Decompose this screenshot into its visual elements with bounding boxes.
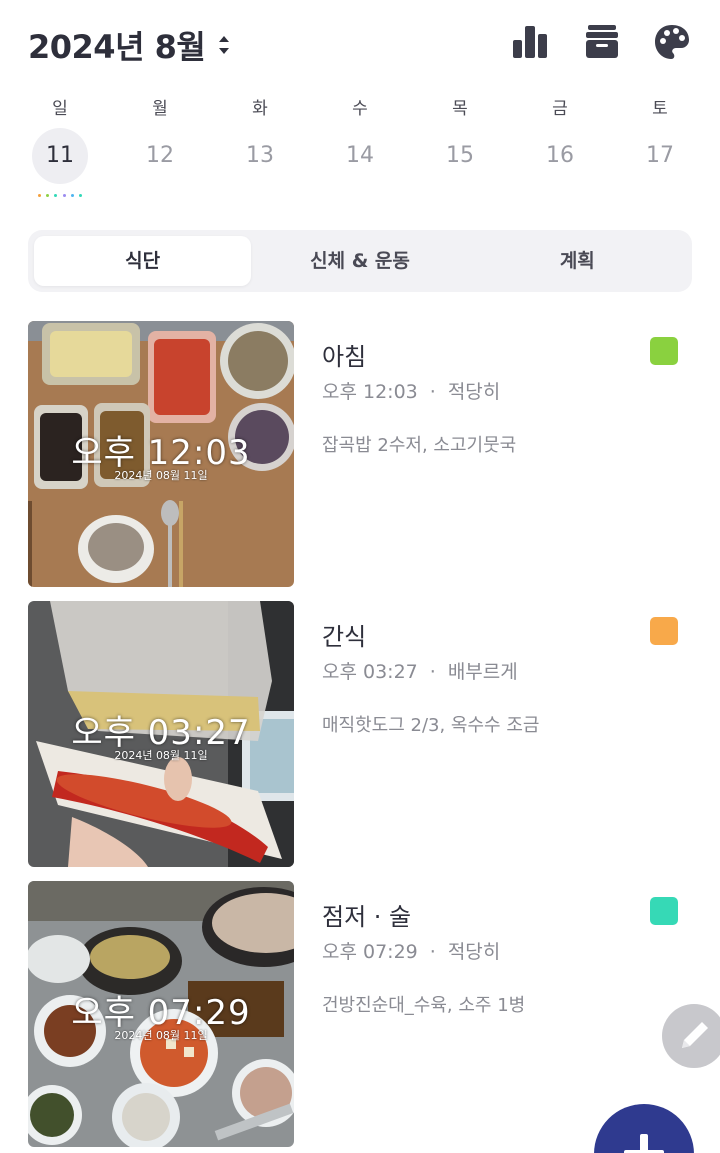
- meal-amount: 적당히: [447, 381, 501, 403]
- palette-icon[interactable]: [652, 22, 692, 62]
- meal-description: 매직핫도그 2/3, 옥수수 조금: [322, 715, 540, 736]
- meal-name: 아침: [322, 343, 367, 371]
- day-number: 17: [646, 143, 674, 168]
- day-of-week-label: 금: [552, 99, 568, 119]
- plus-icon: [624, 1134, 664, 1153]
- meal-color-badge: [650, 617, 678, 645]
- day-of-week-label: 월: [152, 99, 168, 119]
- bar-chart-icon[interactable]: [510, 22, 550, 62]
- day-of-week-label: 토: [652, 99, 668, 119]
- add-entry-button[interactable]: [594, 1104, 694, 1153]
- meal-color-badge: [650, 897, 678, 925]
- archive-box-icon[interactable]: [582, 22, 622, 62]
- day-12[interactable]: 월 12: [110, 96, 210, 206]
- meal-description: 건방진순대_수육, 소주 1병: [322, 995, 526, 1016]
- meal-photo[interactable]: 오후 07:29 2024년 08월 11일: [28, 881, 294, 1147]
- meal-time: 오후 07:29: [322, 941, 418, 963]
- meal-name: 점저 · 술: [322, 903, 412, 931]
- meta-separator: ·: [429, 381, 436, 403]
- day-17[interactable]: 토 17: [610, 96, 710, 206]
- meal-time: 오후 12:03: [322, 381, 418, 403]
- category-tabs: 식단 신체 & 운동 계획: [28, 230, 692, 292]
- day-14[interactable]: 수 14: [310, 96, 410, 206]
- indicator-dot: [70, 194, 74, 197]
- day-number: 14: [346, 143, 374, 168]
- day-16[interactable]: 금 16: [510, 96, 610, 206]
- meal-photo[interactable]: 오후 12:03 2024년 08월 11일: [28, 321, 294, 587]
- meal-color-badge: [650, 337, 678, 365]
- indicator-dot: [78, 194, 82, 197]
- day-11[interactable]: 일 11: [10, 96, 110, 206]
- pencil-icon: [682, 1022, 708, 1048]
- day-13[interactable]: 화 13: [210, 96, 310, 206]
- meta-separator: ·: [429, 661, 436, 683]
- day-of-week-label: 목: [452, 99, 468, 119]
- week-strip: 일 11 월 12 화 13 수 14 목 15 금 16 토 17: [10, 96, 710, 206]
- meal-amount: 적당히: [447, 941, 501, 963]
- indicator-dot: [54, 194, 58, 197]
- day-of-week-label: 일: [52, 99, 68, 119]
- photo-date-stamp: 2024년 08월 11일: [114, 1029, 208, 1042]
- month-selector[interactable]: 2024년 8월: [28, 22, 231, 68]
- meal-amount: 배부르게: [447, 661, 518, 683]
- meal-photo[interactable]: 오후 03:27 2024년 08월 11일: [28, 601, 294, 867]
- month-title: 2024년 8월: [28, 28, 206, 66]
- meal-name: 간식: [322, 623, 367, 651]
- tab-diet[interactable]: 식단: [34, 236, 252, 286]
- meal-meta: 오후 07:29 · 적당히: [322, 937, 500, 964]
- meal-meta: 오후 03:27 · 배부르게: [322, 657, 518, 684]
- sort-updown-icon: [219, 36, 230, 54]
- day-number: 16: [546, 143, 574, 168]
- entry-indicator-dots: [38, 194, 82, 197]
- edit-button[interactable]: [662, 1004, 720, 1068]
- meal-entry[interactable]: 오후 03:27 2024년 08월 11일 간식 오후 03:27 · 배부르게 …: [28, 601, 692, 867]
- photo-date-stamp: 2024년 08월 11일: [114, 469, 208, 482]
- day-of-week-label: 수: [352, 99, 368, 119]
- meal-meta: 오후 12:03 · 적당히: [322, 377, 500, 404]
- indicator-dot: [46, 194, 50, 197]
- tab-plan[interactable]: 계획: [469, 236, 686, 286]
- day-number: 11: [32, 128, 88, 184]
- header: 2024년 8월: [0, 0, 720, 90]
- day-number: 12: [146, 143, 174, 168]
- meal-time: 오후 03:27: [322, 661, 418, 683]
- indicator-dot: [62, 194, 66, 197]
- day-15[interactable]: 목 15: [410, 96, 510, 206]
- indicator-dot: [38, 194, 41, 197]
- photo-date-stamp: 2024년 08월 11일: [114, 749, 208, 762]
- meal-entry[interactable]: 오후 12:03 2024년 08월 11일 아침 오후 12:03 · 적당히 잡…: [28, 321, 692, 587]
- day-of-week-label: 화: [252, 99, 268, 119]
- day-number: 15: [446, 143, 474, 168]
- meal-entry[interactable]: 오후 07:29 2024년 08월 11일 점저 · 술 오후 07:29 · 적…: [28, 881, 692, 1147]
- tab-body-exercise[interactable]: 신체 & 운동: [251, 236, 468, 286]
- meal-description: 잡곡밥 2수저, 소고기뭇국: [322, 435, 517, 456]
- day-number: 13: [246, 143, 274, 168]
- meta-separator: ·: [429, 941, 436, 963]
